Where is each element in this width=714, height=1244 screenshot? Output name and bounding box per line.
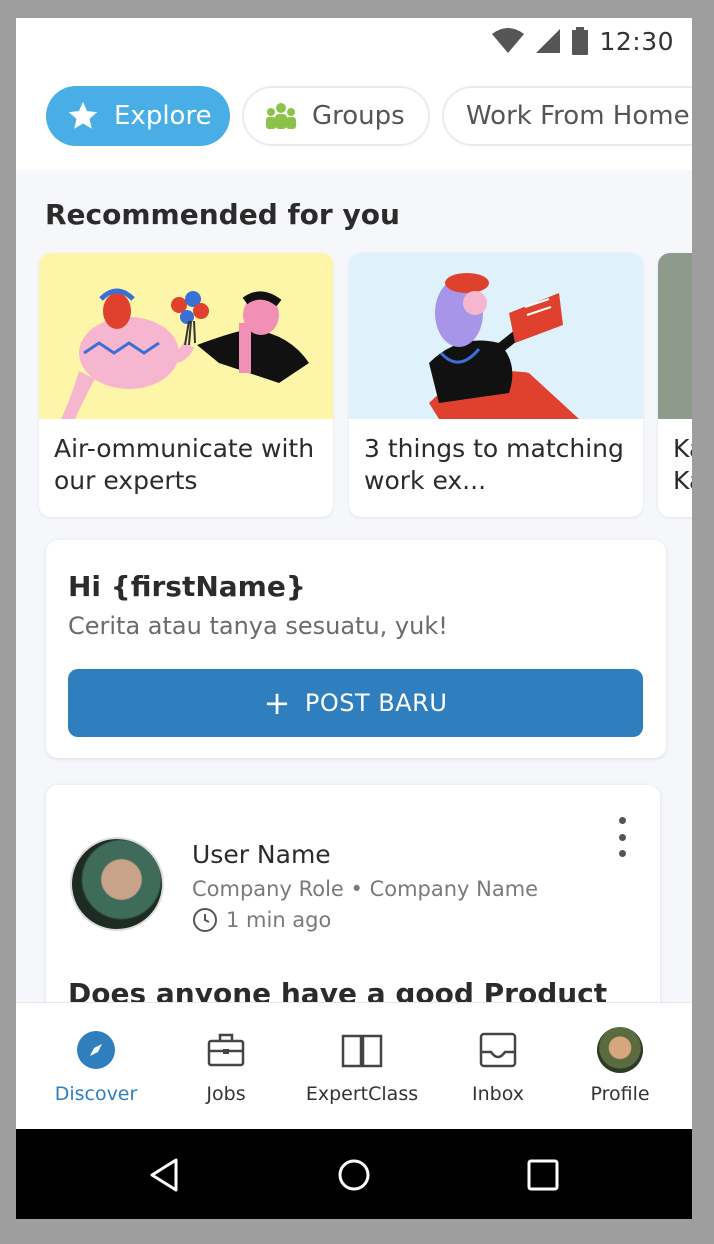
nav-label: Inbox <box>472 1083 524 1105</box>
status-bar: 12:30 <box>16 18 692 68</box>
system-navigation-bar <box>16 1129 692 1219</box>
recommended-card[interactable]: Ka Ka <box>658 253 692 517</box>
avatar <box>597 1027 643 1073</box>
chip-groups[interactable]: Groups <box>242 86 430 146</box>
recommended-card[interactable]: Air-ommunicate with our experts <box>39 253 333 517</box>
card-title: 3 things to matching work ex... <box>364 434 624 495</box>
card-photo <box>658 253 692 419</box>
post-time-text: 1 min ago <box>226 908 332 932</box>
inbox-icon <box>475 1027 521 1073</box>
composer-greeting: Hi {firstName} <box>68 570 306 603</box>
plus-icon: + <box>263 684 291 722</box>
chip-explore[interactable]: Explore <box>46 86 230 146</box>
more-options-icon[interactable] <box>612 817 632 857</box>
post-new-button[interactable]: + POST BARU <box>68 669 643 737</box>
nav-label: Discover <box>54 1083 138 1105</box>
chip-label: Groups <box>312 101 405 131</box>
post-user-meta: Company Role • Company Name <box>192 877 539 901</box>
chip-work-from-home[interactable]: Work From Home <box>442 86 692 146</box>
composer-prompt: Cerita atau tanya sesuatu, yuk! <box>68 612 448 640</box>
nav-inbox[interactable]: Inbox <box>448 1003 548 1130</box>
post-time: 1 min ago <box>192 907 331 933</box>
battery-icon <box>572 27 589 55</box>
phone-screen: 12:30 Explore Groups Work From Home Reco… <box>16 18 692 1219</box>
recommended-card[interactable]: 3 things to matching work ex... <box>349 253 643 517</box>
card-title: Air-ommunicate with our experts <box>54 434 315 495</box>
back-icon[interactable] <box>146 1155 186 1195</box>
card-title: Ka Ka <box>673 434 692 495</box>
status-icons: 12:30 <box>491 26 674 56</box>
star-icon <box>66 99 100 133</box>
filter-chips: Explore Groups Work From Home <box>16 68 692 170</box>
book-icon <box>339 1027 385 1073</box>
nav-jobs[interactable]: Jobs <box>176 1003 276 1130</box>
home-icon[interactable] <box>334 1155 374 1195</box>
wifi-icon <box>492 28 525 53</box>
clock-icon <box>193 908 217 932</box>
chip-label: Work From Home <box>466 101 690 131</box>
bottom-navigation: Discover Jobs ExpertClass Inbox Profile <box>16 1002 692 1129</box>
status-time: 12:30 <box>599 26 674 56</box>
post-user-name[interactable]: User Name <box>192 840 331 869</box>
chip-label: Explore <box>114 101 212 131</box>
recents-icon[interactable] <box>523 1155 563 1195</box>
nav-discover[interactable]: Discover <box>36 1003 156 1130</box>
nav-profile[interactable]: Profile <box>570 1003 670 1130</box>
avatar[interactable] <box>70 837 164 931</box>
nav-expertclass[interactable]: ExpertClass <box>296 1003 428 1130</box>
compass-icon <box>73 1027 119 1073</box>
nav-label: Jobs <box>206 1083 246 1105</box>
card-illustration <box>39 253 333 419</box>
nav-label: ExpertClass <box>305 1083 419 1105</box>
post-composer: Hi {firstName} Cerita atau tanya sesuatu… <box>46 540 666 758</box>
section-title: Recommended for you <box>45 198 400 231</box>
card-illustration <box>349 253 643 419</box>
signal-icon <box>536 29 561 53</box>
post-new-label: POST BARU <box>304 689 448 717</box>
briefcase-icon <box>203 1027 249 1073</box>
groups-icon <box>264 99 298 133</box>
nav-label: Profile <box>590 1083 650 1105</box>
